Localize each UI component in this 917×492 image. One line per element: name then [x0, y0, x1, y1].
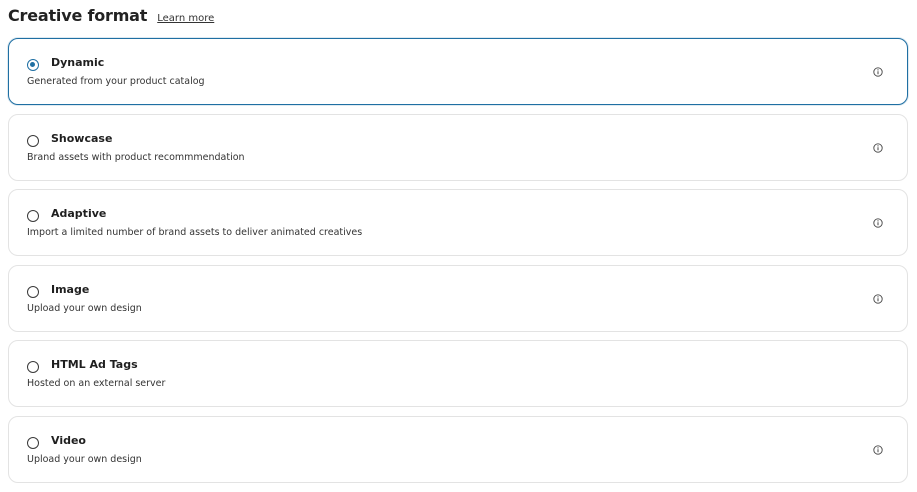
info-icon[interactable]: [873, 218, 883, 228]
creative-format-options: Dynamic Generated from your product cata…: [8, 38, 908, 491]
option-image[interactable]: Image Upload your own design: [8, 264, 908, 332]
section-title: Creative format: [8, 6, 148, 25]
info-icon[interactable]: [873, 444, 883, 455]
radio-video[interactable]: [27, 436, 39, 449]
option-description: Upload your own design: [27, 453, 142, 465]
option-title: Dynamic: [51, 56, 105, 69]
option-description: Generated from your product catalog: [27, 76, 205, 87]
option-showcase[interactable]: Showcase Brand assets with product recom…: [8, 113, 908, 181]
option-title: Video: [51, 433, 86, 447]
radio-image[interactable]: [27, 285, 39, 298]
option-adaptive[interactable]: Adaptive Import a limited number of bran…: [8, 189, 908, 256]
radio-selected-dot: [30, 62, 36, 68]
option-dynamic[interactable]: Dynamic Generated from your product cata…: [8, 38, 908, 105]
option-description: Brand assets with product recommmendatio…: [27, 151, 245, 163]
section-header: Creative format Learn more: [8, 6, 214, 28]
option-title: Adaptive: [51, 207, 107, 220]
option-title: Image: [51, 282, 90, 296]
option-description: Upload your own design: [27, 302, 142, 314]
radio-adaptive[interactable]: [27, 210, 39, 222]
info-icon[interactable]: [873, 67, 883, 77]
info-icon[interactable]: [873, 142, 883, 153]
radio-showcase[interactable]: [27, 134, 39, 147]
option-video[interactable]: Video Upload your own design: [8, 415, 908, 483]
option-title: HTML Ad Tags: [51, 358, 138, 371]
radio-html-ad-tags[interactable]: [27, 361, 39, 373]
learn-more-link[interactable]: Learn more: [157, 13, 214, 24]
option-html-ad-tags[interactable]: HTML Ad Tags Hosted on an external serve…: [8, 340, 908, 407]
radio-dynamic[interactable]: [27, 59, 39, 71]
info-icon[interactable]: [873, 293, 883, 304]
option-description: Hosted on an external server: [27, 378, 166, 389]
option-title: Showcase: [51, 131, 113, 145]
option-description: Import a limited number of brand assets …: [27, 227, 363, 238]
